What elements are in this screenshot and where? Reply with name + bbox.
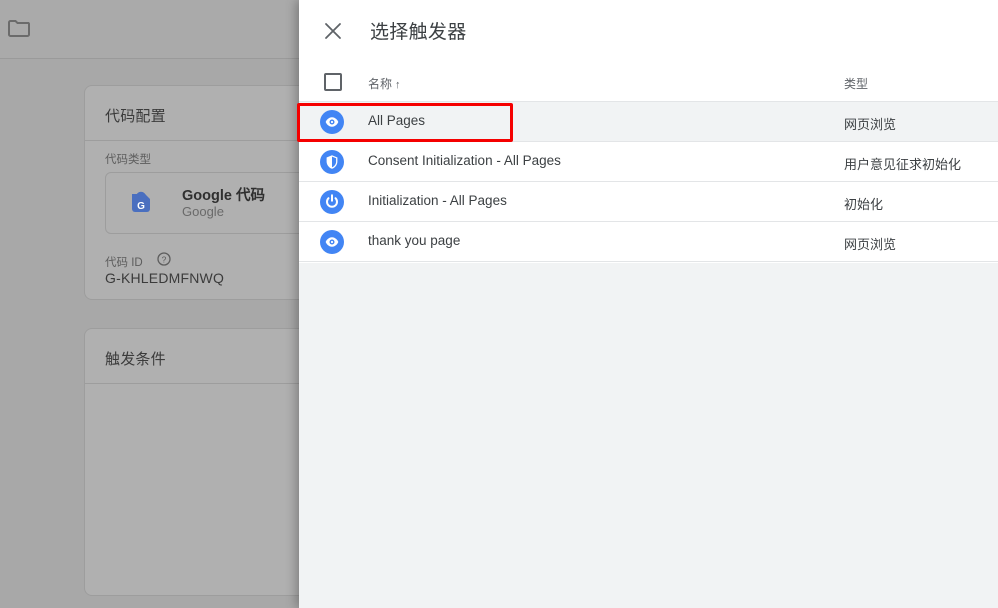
folder-icon bbox=[8, 19, 31, 37]
trigger-type: 网页浏览 bbox=[844, 117, 897, 132]
tag-type-selector[interactable]: G Google 代码 Google bbox=[105, 172, 299, 234]
trigger-name: Consent Initialization - All Pages bbox=[368, 153, 561, 168]
triggering-title: 触发条件 bbox=[105, 351, 166, 368]
column-header-name-label: 名称 bbox=[368, 77, 393, 91]
tag-id-value: G-KHLEDMFNWQ bbox=[105, 270, 225, 286]
trigger-type: 网页浏览 bbox=[844, 237, 897, 252]
trigger-name: All Pages bbox=[368, 113, 426, 128]
tag-type-vendor: Google bbox=[182, 204, 224, 219]
svg-text:G: G bbox=[137, 201, 145, 212]
card-divider bbox=[85, 383, 299, 384]
eye-pageview-icon bbox=[320, 230, 344, 254]
empty-list-area bbox=[299, 263, 998, 608]
close-icon[interactable] bbox=[322, 20, 344, 42]
dialog-title: 选择触发器 bbox=[370, 22, 467, 43]
eye-pageview-icon bbox=[320, 110, 344, 134]
table-row[interactable]: Initialization - All Pages 初始化 bbox=[299, 181, 998, 221]
select-all-checkbox[interactable] bbox=[324, 73, 342, 91]
google-tag-icon: G bbox=[128, 190, 154, 218]
tag-configuration-card: 代码配置 代码类型 G Google 代码 Google 代码 ID ? G-K… bbox=[84, 85, 299, 300]
shield-consent-icon bbox=[320, 150, 344, 174]
tag-id-label: 代码 ID bbox=[105, 257, 143, 269]
background-page: 代码配置 代码类型 G Google 代码 Google 代码 ID ? G-K… bbox=[0, 0, 299, 608]
trigger-name: Initialization - All Pages bbox=[368, 193, 507, 208]
sort-ascending-icon: ↑ bbox=[395, 79, 401, 91]
table-row[interactable]: Consent Initialization - All Pages 用户意见征… bbox=[299, 141, 998, 181]
select-trigger-dialog: 选择触发器 名称 ↑ 类型 All Pages 网页浏览 Consent Ini… bbox=[297, 0, 998, 608]
table-header-row: 名称 ↑ 类型 bbox=[299, 62, 998, 101]
trigger-type: 初始化 bbox=[844, 197, 884, 212]
background-page-inner: 代码配置 代码类型 G Google 代码 Google 代码 ID ? G-K… bbox=[0, 0, 299, 608]
table-row[interactable]: thank you page 网页浏览 bbox=[299, 221, 998, 261]
list-bottom-divider bbox=[299, 261, 998, 262]
help-circle-icon[interactable]: ? bbox=[157, 252, 171, 266]
background-topbar bbox=[0, 0, 299, 59]
table-row[interactable]: All Pages 网页浏览 bbox=[299, 101, 998, 141]
svg-text:?: ? bbox=[162, 255, 167, 265]
card-divider bbox=[85, 140, 299, 141]
power-init-icon bbox=[320, 190, 344, 214]
column-header-type[interactable]: 类型 bbox=[844, 75, 868, 92]
column-header-type-label: 类型 bbox=[844, 77, 869, 91]
tag-configuration-title: 代码配置 bbox=[105, 108, 166, 125]
tag-type-label: 代码类型 bbox=[105, 154, 151, 166]
column-header-name[interactable]: 名称 ↑ bbox=[368, 75, 401, 92]
tag-type-name: Google 代码 bbox=[182, 188, 265, 204]
trigger-name: thank you page bbox=[368, 233, 461, 248]
triggering-card: 触发条件 bbox=[84, 328, 299, 596]
trigger-type: 用户意见征求初始化 bbox=[844, 157, 962, 172]
trigger-list: All Pages 网页浏览 Consent Initialization - … bbox=[299, 101, 998, 262]
dialog-header: 选择触发器 bbox=[299, 0, 998, 62]
